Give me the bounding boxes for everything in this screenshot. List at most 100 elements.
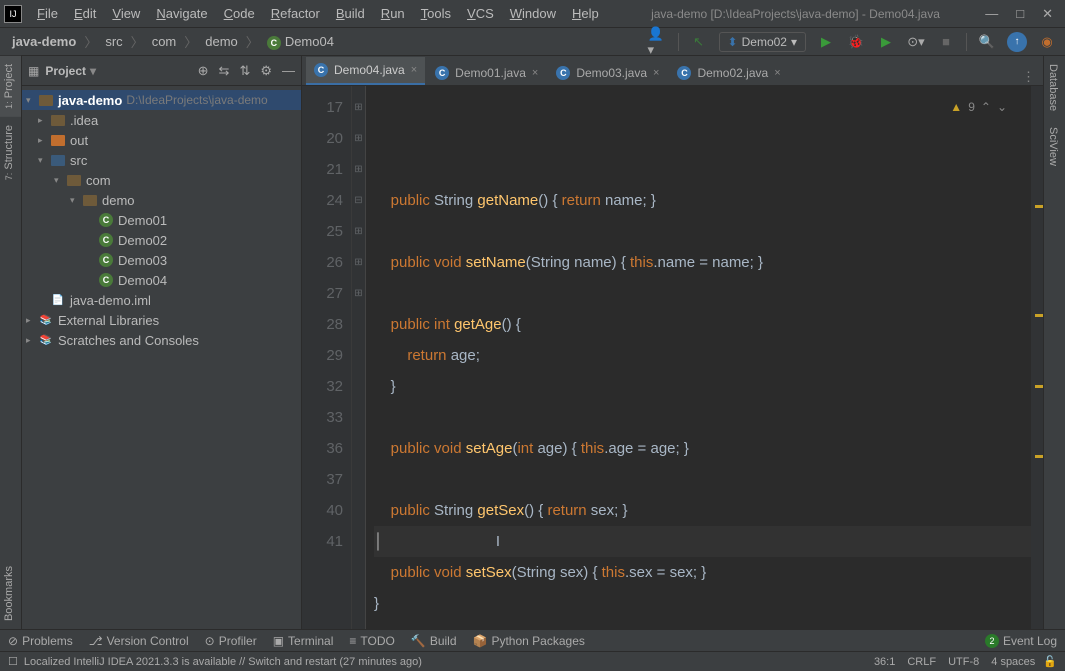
ide-icon[interactable]: ◉ <box>1037 32 1057 52</box>
navigation-bar: java-demo〉src〉com〉demo〉Demo04 👤▾ ↖ ⬍ Dem… <box>0 28 1065 56</box>
rail-tab-sciview[interactable]: SciView <box>1044 119 1062 174</box>
tree-item[interactable]: ▸.idea <box>22 110 301 130</box>
menu-help[interactable]: Help <box>565 3 606 24</box>
status-bar: ☐ Localized IntelliJ IDEA 2021.3.3 is av… <box>0 651 1065 671</box>
chevron-down-icon[interactable]: ⌄ <box>997 92 1007 123</box>
class-icon: C <box>314 63 328 77</box>
target-icon[interactable]: ⊕ <box>198 63 209 79</box>
minimize-icon[interactable]: — <box>985 6 998 22</box>
status-message: Localized IntelliJ IDEA 2021.3.3 is avai… <box>24 656 874 668</box>
right-tool-rail: DatabaseSciView <box>1043 56 1065 629</box>
menu-edit[interactable]: Edit <box>67 3 103 24</box>
run-config-selector[interactable]: ⬍ Demo02 ▾ <box>719 32 806 52</box>
close-tab-icon[interactable]: × <box>532 67 538 79</box>
editor-tab[interactable]: CDemo03.java× <box>548 59 667 85</box>
tree-item[interactable]: CDemo03 <box>22 250 301 270</box>
tool-build[interactable]: 🔨Build <box>411 634 457 648</box>
tree-root[interactable]: ▾java-demoD:\IdeaProjects\java-demo <box>22 90 301 110</box>
status-indicator[interactable]: CRLF <box>907 656 936 668</box>
tree-item[interactable]: ▾demo <box>22 190 301 210</box>
sync-icon[interactable]: ↑ <box>1007 32 1027 52</box>
add-user-icon[interactable]: 👤▾ <box>648 32 668 52</box>
breadcrumb-item[interactable]: com <box>148 32 181 51</box>
tree-item[interactable]: CDemo02 <box>22 230 301 250</box>
editor-tab[interactable]: CDemo04.java× <box>306 57 425 85</box>
gear-icon[interactable]: ⚙ <box>260 63 272 79</box>
stop-icon[interactable]: ■ <box>936 32 956 52</box>
menu-vcs[interactable]: VCS <box>460 3 501 24</box>
tool-version-control[interactable]: ⎇Version Control <box>89 634 189 648</box>
breadcrumb-item[interactable]: java-demo <box>8 32 80 51</box>
event-log[interactable]: 2Event Log <box>985 634 1057 648</box>
rail-tab-bookmarks[interactable]: Bookmarks <box>0 558 21 629</box>
code-content[interactable]: ▲ 9 ⌃ ⌄ public String getName() { return… <box>366 86 1031 629</box>
profile-icon[interactable]: ⊙▾ <box>906 32 926 52</box>
app-icon: IJ <box>4 5 22 23</box>
lock-icon[interactable]: 🔓 <box>1043 655 1057 668</box>
menu-refactor[interactable]: Refactor <box>264 3 327 24</box>
breadcrumb-item[interactable]: Demo04 <box>263 32 338 52</box>
back-icon[interactable]: ↖ <box>689 32 709 52</box>
close-tab-icon[interactable]: × <box>774 67 780 79</box>
close-tab-icon[interactable]: × <box>653 67 659 79</box>
tree-external[interactable]: ▸📚External Libraries <box>22 310 301 330</box>
project-tree: ▾java-demoD:\IdeaProjects\java-demo▸.ide… <box>22 86 301 629</box>
tree-item[interactable]: CDemo01 <box>22 210 301 230</box>
editor-tab[interactable]: CDemo02.java× <box>669 59 788 85</box>
status-indicator[interactable]: 36:1 <box>874 656 895 668</box>
menu-code[interactable]: Code <box>217 3 262 24</box>
status-indicator[interactable]: 4 spaces <box>991 656 1035 668</box>
close-icon[interactable]: ✕ <box>1042 6 1053 22</box>
main-area: 1: Project7: Structure Bookmarks ▦ Projec… <box>0 56 1065 629</box>
inspection-overlay[interactable]: ▲ 9 ⌃ ⌄ <box>950 92 1007 123</box>
coverage-icon[interactable]: ▶ <box>876 32 896 52</box>
status-indicators: 36:1 CRLF UTF-8 4 spaces <box>874 656 1035 668</box>
tool-problems[interactable]: ⊘Problems <box>8 634 73 648</box>
code-editor[interactable]: 172021242526272829323336374041 ⊞⊞⊞⊟⊞⊞⊞ ▲… <box>302 86 1043 629</box>
sidebar-title[interactable]: Project ▾ <box>45 64 191 78</box>
hide-icon[interactable]: — <box>282 63 295 79</box>
run-icon[interactable]: ▶ <box>816 32 836 52</box>
tree-item[interactable]: CDemo04 <box>22 270 301 290</box>
tool-profiler[interactable]: ⊙Profiler <box>205 634 257 648</box>
tool-todo[interactable]: ≡TODO <box>349 634 394 648</box>
tab-menu-icon[interactable]: ⋮ <box>1014 69 1043 85</box>
collapse-icon[interactable]: ⇅ <box>239 63 250 79</box>
rail-tab-project[interactable]: 1: Project <box>0 56 21 117</box>
maximize-icon[interactable]: □ <box>1016 6 1024 22</box>
menu-run[interactable]: Run <box>374 3 412 24</box>
editor-tab[interactable]: CDemo01.java× <box>427 59 546 85</box>
tree-item[interactable]: ▾src <box>22 150 301 170</box>
error-stripe[interactable] <box>1031 86 1043 629</box>
tree-scratches[interactable]: ▸📚Scratches and Consoles <box>22 330 301 350</box>
tool-python-packages[interactable]: 📦Python Packages <box>473 634 585 648</box>
breadcrumb: java-demo〉src〉com〉demo〉Demo04 <box>8 32 648 52</box>
class-icon: C <box>556 66 570 80</box>
menu-window[interactable]: Window <box>503 3 563 24</box>
project-view-icon: ▦ <box>28 64 39 78</box>
debug-icon[interactable]: 🐞 <box>846 32 866 52</box>
menu-navigate[interactable]: Navigate <box>149 3 214 24</box>
fold-column[interactable]: ⊞⊞⊞⊟⊞⊞⊞ <box>352 86 366 629</box>
tree-item[interactable]: ▸out <box>22 130 301 150</box>
tool-terminal[interactable]: ▣Terminal <box>273 634 334 648</box>
tree-item[interactable]: ▾com <box>22 170 301 190</box>
menu-view[interactable]: View <box>105 3 147 24</box>
rail-tab-structure[interactable]: 7: Structure <box>0 117 21 188</box>
expand-icon[interactable]: ⇆ <box>219 63 230 79</box>
chevron-up-icon[interactable]: ⌃ <box>981 92 991 123</box>
search-icon[interactable]: 🔍 <box>977 32 997 52</box>
breadcrumb-item[interactable]: demo <box>201 32 242 51</box>
tree-item[interactable]: 📄java-demo.iml <box>22 290 301 310</box>
main-menu: FileEditViewNavigateCodeRefactorBuildRun… <box>30 3 606 24</box>
close-tab-icon[interactable]: × <box>411 64 417 76</box>
rail-tab-database[interactable]: Database <box>1044 56 1062 119</box>
breadcrumb-item[interactable]: src <box>101 32 126 51</box>
menu-file[interactable]: File <box>30 3 65 24</box>
status-icon[interactable]: ☐ <box>8 655 18 668</box>
menu-build[interactable]: Build <box>329 3 372 24</box>
run-config-label: Demo02 <box>742 35 787 49</box>
menu-tools[interactable]: Tools <box>414 3 458 24</box>
status-indicator[interactable]: UTF-8 <box>948 656 979 668</box>
window-title: java-demo [D:\IdeaProjects\java-demo] - … <box>606 7 985 21</box>
